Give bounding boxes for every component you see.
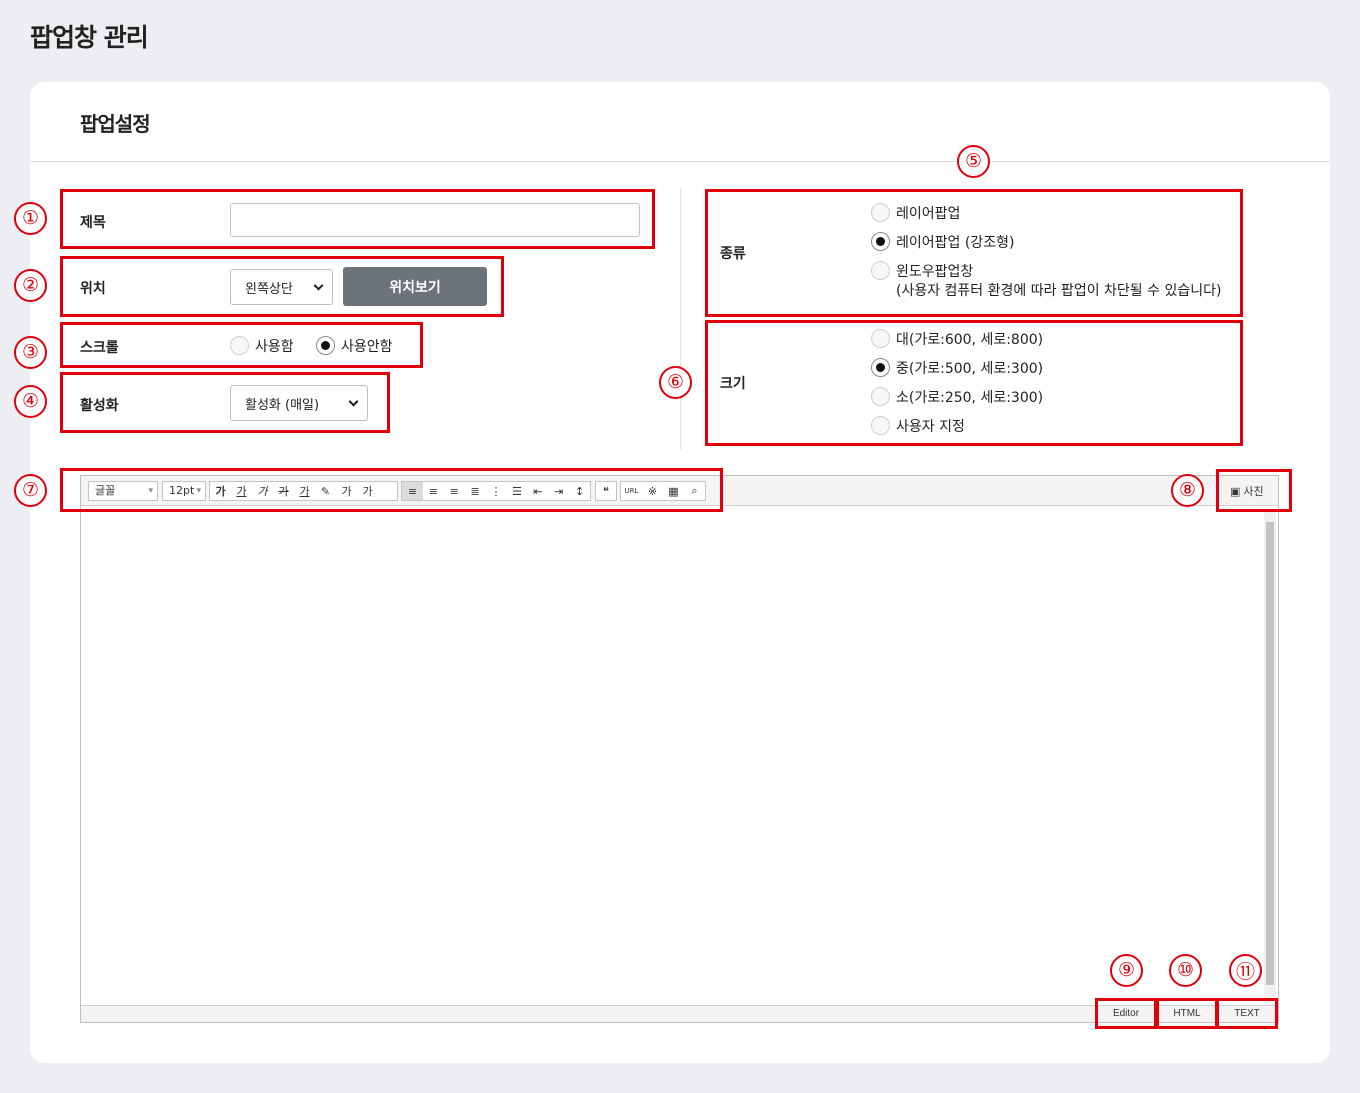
page-title: 팝업창 관리 xyxy=(30,23,149,52)
annotation-number-8: ⑧ xyxy=(1171,474,1204,507)
annotation-number-11: ⑪ xyxy=(1229,954,1262,987)
annotation-box-8 xyxy=(1216,469,1292,512)
editor-scrollbar[interactable] xyxy=(1264,512,1276,997)
annotation-box-5 xyxy=(705,189,1243,317)
annotation-box-1 xyxy=(60,189,655,249)
annotation-number-6: ⑥ xyxy=(659,366,692,399)
annotation-number-7: ⑦ xyxy=(14,474,47,507)
annotation-box-9 xyxy=(1095,998,1157,1029)
annotation-box-4 xyxy=(60,372,390,433)
annotation-box-11 xyxy=(1216,998,1278,1029)
annotation-number-1: ① xyxy=(14,202,47,235)
scrollbar-thumb[interactable] xyxy=(1266,522,1274,985)
annotation-number-2: ② xyxy=(14,269,47,302)
annotation-number-10: ⑩ xyxy=(1169,954,1202,987)
annotation-number-9: ⑨ xyxy=(1110,954,1143,987)
annotation-box-10 xyxy=(1156,998,1218,1029)
annotation-number-4: ④ xyxy=(14,385,47,418)
content-editor[interactable]: 글꼴 12pt 가 가 가 가 가 ✎ 가 가 ≡ ≡ ≡ ≣ ⋮ ☰ xyxy=(80,475,1279,1023)
annotation-number-3: ③ xyxy=(14,336,47,369)
popup-settings-card: 팝업설정 제목 위치 왼쪽상단 위치보기 스크롤 사용함 사용안함 활성화 활성… xyxy=(30,82,1330,1063)
card-title: 팝업설정 xyxy=(80,112,151,136)
card-divider xyxy=(30,161,1330,162)
annotation-number-5: ⑤ xyxy=(957,145,990,178)
annotation-box-2 xyxy=(60,256,504,317)
column-divider xyxy=(680,188,681,450)
annotation-box-7 xyxy=(60,468,723,512)
annotation-box-6 xyxy=(705,320,1243,446)
annotation-box-3 xyxy=(60,322,423,368)
